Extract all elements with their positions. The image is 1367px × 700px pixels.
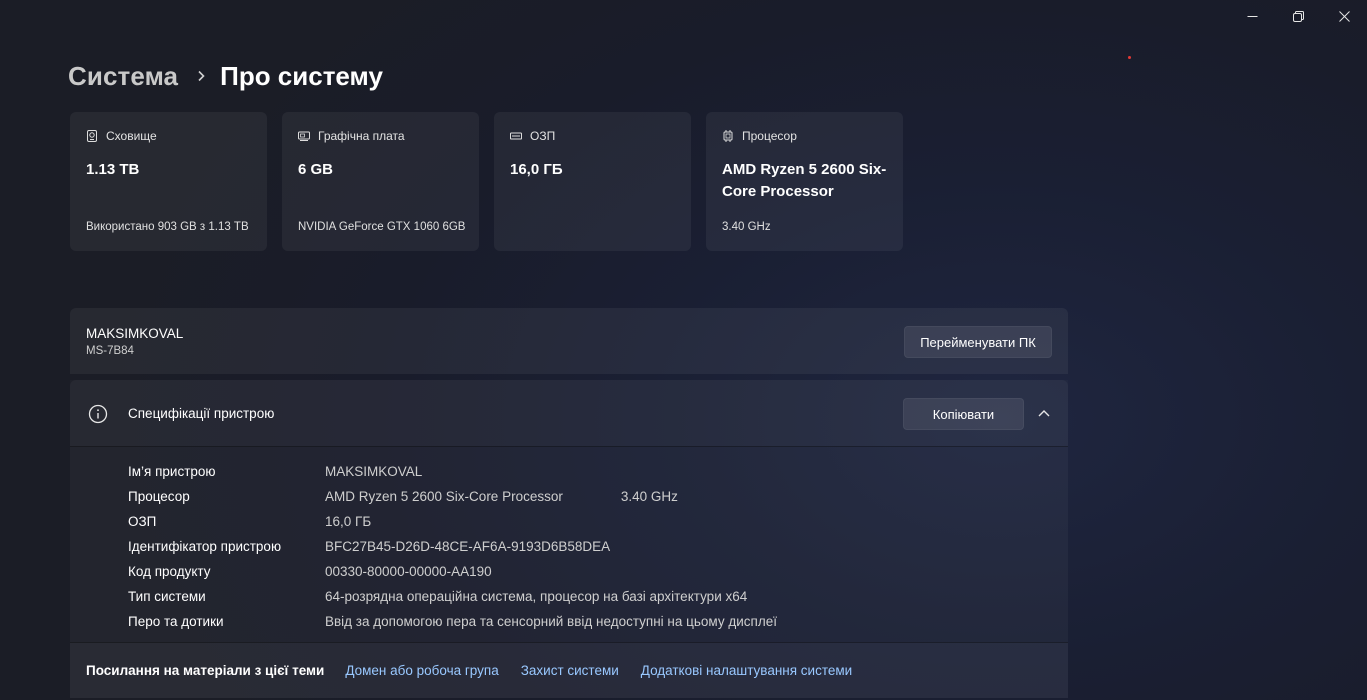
card-label: ОЗП — [530, 129, 556, 143]
breadcrumb: Система Про систему — [68, 58, 383, 94]
card-sub: 3.40 GHz — [722, 221, 771, 233]
chevron-right-icon — [196, 70, 206, 82]
spec-label: Ім’я пристрою — [128, 464, 216, 479]
card-graphics: Графічна плата 6 GB NVIDIA GeForce GTX 1… — [282, 112, 479, 251]
device-specifications: Специфікації пристрою Копіювати Ім’я при… — [70, 380, 1068, 698]
spec-value[interactable]: Ввід за допомогою пера та сенсорний ввід… — [325, 614, 777, 629]
decorative-dot — [1128, 56, 1131, 59]
card-processor: Процесор AMD Ryzen 5 2600 Six-Core Proce… — [706, 112, 903, 251]
spec-label: Процесор — [128, 489, 190, 504]
spec-row-product-id: Код продукту 00330-80000-00000-AA190 — [128, 559, 777, 584]
card-value: AMD Ryzen 5 2600 Six-Core Processor — [722, 161, 887, 200]
link-domain-workgroup[interactable]: Домен або робоча група — [345, 663, 498, 678]
card-value: 16,0 ГБ — [510, 161, 563, 178]
spec-row-device-id: Ідентифікатор пристрою BFC27B45-D26D-48C… — [128, 534, 777, 559]
device-name-card: MAKSIMKOVAL MS-7B84 Перейменувати ПК — [70, 308, 1068, 374]
card-storage: Сховище 1.13 TB Використано 903 GB з 1.1… — [70, 112, 267, 251]
device-model: MS-7B84 — [86, 345, 134, 357]
spec-row-ram: ОЗП 16,0 ГБ — [128, 509, 777, 534]
processor-icon — [722, 129, 736, 143]
spec-header[interactable]: Специфікації пристрою Копіювати — [70, 380, 1068, 447]
chevron-up-icon[interactable] — [1037, 408, 1051, 418]
spec-row-system-type: Тип системи 64-розрядна операційна систе… — [128, 584, 777, 609]
storage-icon — [86, 129, 100, 143]
spec-row-pen-touch: Перо та дотики Ввід за допомогою пера та… — [128, 609, 777, 634]
window-controls — [1229, 0, 1367, 32]
spec-value[interactable]: 16,0 ГБ — [325, 514, 371, 529]
copy-button[interactable]: Копіювати — [903, 398, 1024, 430]
card-value: 1.13 TB — [86, 161, 140, 178]
rename-pc-button[interactable]: Перейменувати ПК — [904, 326, 1052, 358]
card-label: Сховище — [106, 129, 157, 143]
spec-value[interactable]: BFC27B45-D26D-48CE-AF6A-9193D6B58DEA — [325, 539, 610, 554]
spec-label: ОЗП — [128, 514, 157, 529]
card-sub: NVIDIA GeForce GTX 1060 6GB — [298, 221, 466, 233]
card-label: Процесор — [742, 129, 797, 143]
spec-label: Ідентифікатор пристрою — [128, 539, 282, 554]
info-icon — [88, 404, 108, 424]
minimize-icon[interactable] — [1229, 0, 1275, 32]
spec-row-device-name: Ім’я пристрою MAKSIMKOVAL — [128, 459, 777, 484]
spec-rows: Ім’я пристрою MAKSIMKOVAL Процесор AMD R… — [128, 459, 777, 634]
device-name: MAKSIMKOVAL — [86, 326, 184, 341]
spec-label: Тип системи — [128, 589, 206, 604]
link-advanced-system-settings[interactable]: Додаткові налаштування системи — [641, 663, 852, 678]
card-label: Графічна плата — [318, 129, 405, 143]
restore-icon[interactable] — [1275, 0, 1321, 32]
spec-row-processor: Процесор AMD Ryzen 5 2600 Six-Core Proce… — [128, 484, 777, 509]
card-ram: ОЗП 16,0 ГБ — [494, 112, 691, 251]
link-system-protection[interactable]: Захист системи — [521, 663, 619, 678]
spec-value[interactable]: MAKSIMKOVAL — [325, 464, 422, 479]
spec-value[interactable]: 64-розрядна операційна система, процесор… — [325, 589, 747, 604]
spec-value-extra[interactable]: 3.40 GHz — [621, 489, 678, 504]
related-links-title: Посилання на матеріали з цієї теми — [86, 663, 325, 678]
spec-label: Перо та дотики — [128, 614, 224, 629]
spec-value[interactable]: AMD Ryzen 5 2600 Six-Core Processor — [325, 489, 563, 504]
related-links: Посилання на матеріали з цієї теми Домен… — [70, 642, 1068, 698]
page-title: Про систему — [220, 60, 383, 91]
spec-label: Код продукту — [128, 564, 211, 579]
summary-cards: Сховище 1.13 TB Використано 903 GB з 1.1… — [70, 112, 903, 251]
ram-icon — [510, 129, 524, 143]
card-value: 6 GB — [298, 161, 334, 178]
breadcrumb-parent[interactable]: Система — [68, 61, 178, 92]
spec-title: Специфікації пристрою — [128, 406, 275, 421]
spec-value[interactable]: 00330-80000-00000-AA190 — [325, 564, 492, 579]
close-icon[interactable] — [1321, 0, 1367, 32]
card-sub: Використано 903 GB з 1.13 TB — [86, 221, 249, 233]
graphics-card-icon — [298, 129, 312, 143]
